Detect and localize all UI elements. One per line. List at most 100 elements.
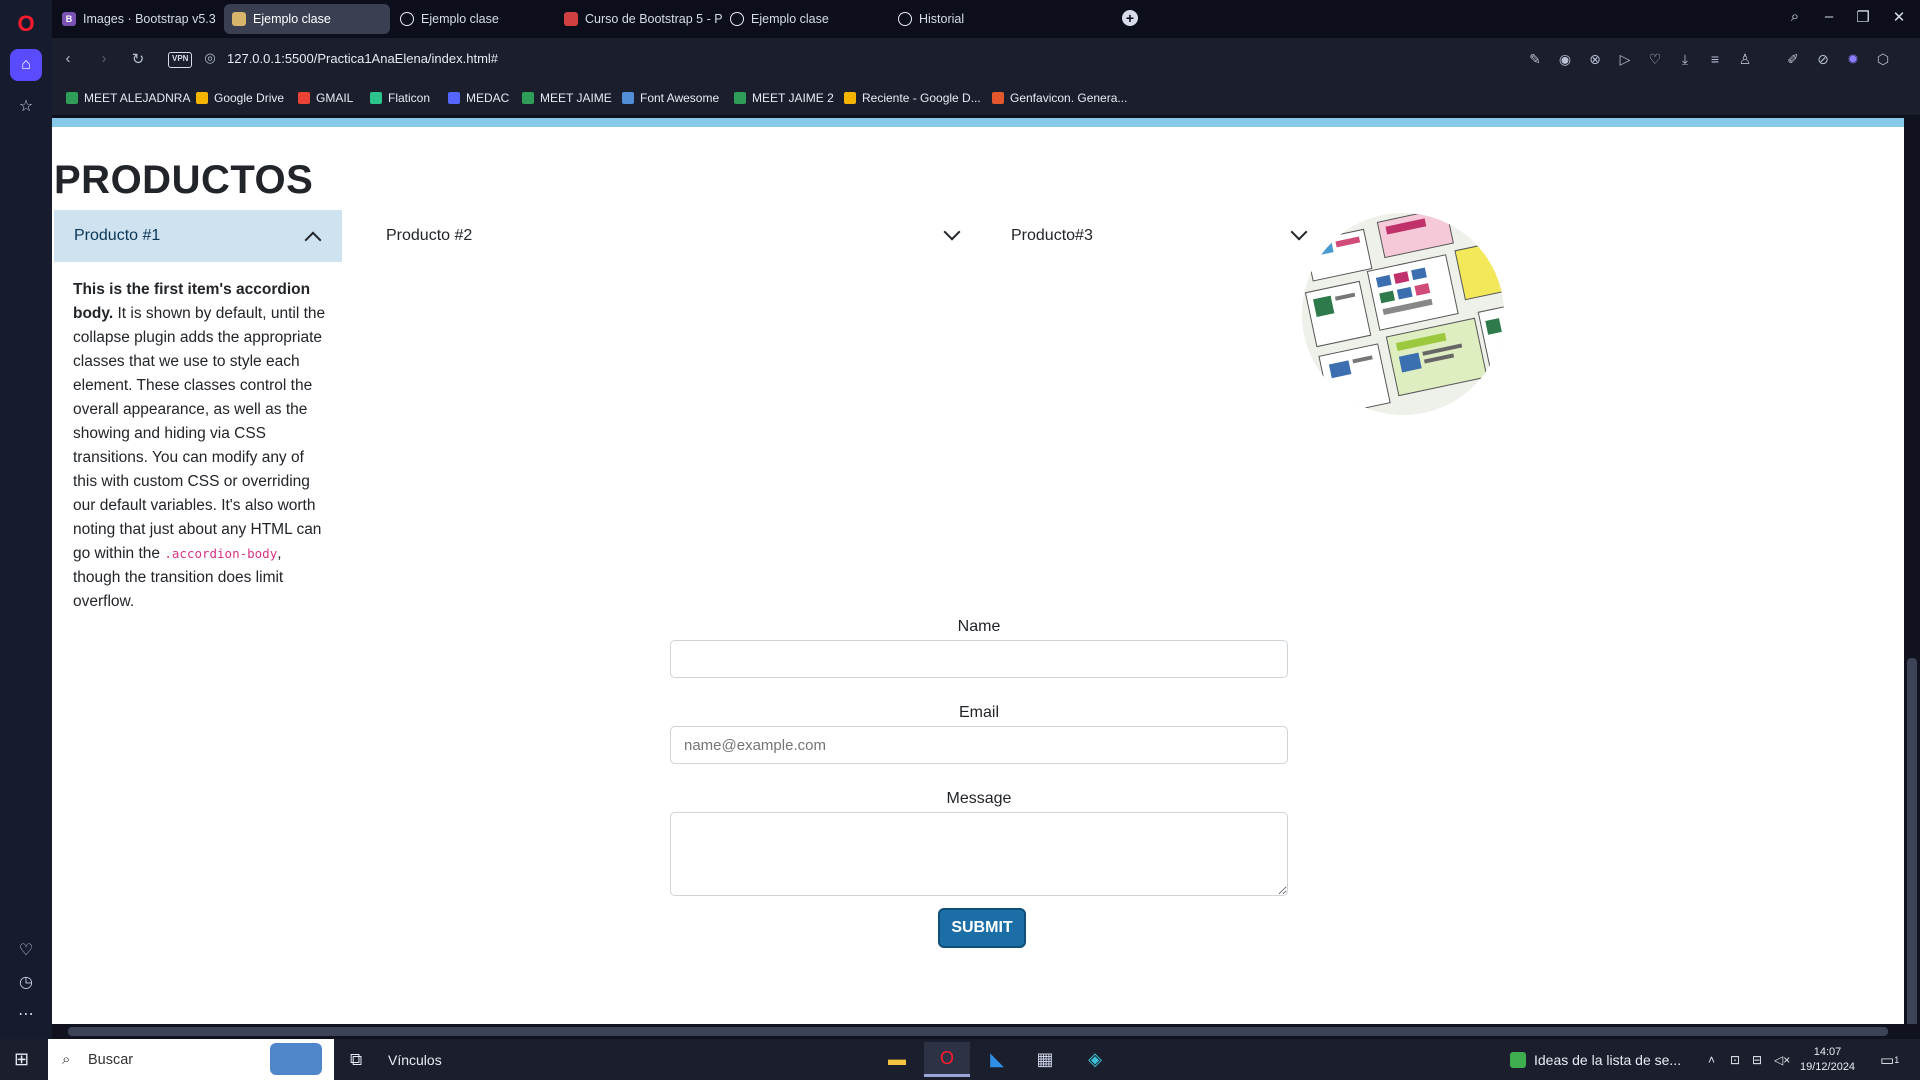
tray-chevron-up-icon[interactable]: ˄ (1708, 1039, 1715, 1080)
page-viewport: PRODUCTOS Producto #1 This is the first … (52, 118, 1904, 1024)
aria-pen-icon[interactable]: ✐ (1784, 51, 1802, 68)
bookmark-meet-jaime[interactable]: MEET JAIME (522, 91, 612, 105)
tab-ejemplo-clase-2[interactable]: Ejemplo clase (722, 4, 888, 34)
bookmark-flaticon[interactable]: Flaticon (370, 91, 430, 105)
email-input[interactable] (670, 726, 1288, 764)
settings-gear-icon[interactable]: ✹ (1844, 51, 1862, 68)
bookmark-reciente-drive[interactable]: Reciente - Google D... (844, 91, 981, 105)
chevron-up-icon (304, 231, 322, 249)
tab-ejemplo-clase[interactable]: Ejemplo clase (392, 4, 558, 34)
submit-button[interactable]: SUBMIT (938, 908, 1026, 948)
menu-list-icon[interactable]: ≡ (1706, 51, 1724, 67)
search-highlight-image (270, 1043, 322, 1075)
clock[interactable]: 14:07 19/12/2024 (1800, 1039, 1855, 1080)
opera-browser-icon[interactable]: O (924, 1042, 970, 1077)
home-icon[interactable]: ⌂ (10, 49, 42, 81)
links-toolbar[interactable]: Vínculos (388, 1039, 442, 1080)
app-icon[interactable]: ◈ (1072, 1042, 1118, 1077)
tab-curso-bootstrap[interactable]: Curso de Bootstrap 5 - Pa (556, 4, 722, 34)
new-tab-plus-icon[interactable]: + (1122, 10, 1138, 26)
message-textarea[interactable] (670, 812, 1288, 896)
tab-label: Ejemplo clase (751, 12, 829, 26)
bookmarks-star-icon[interactable]: ☆ (10, 90, 42, 122)
page-favicon-icon (232, 12, 246, 26)
bookmark-gmail[interactable]: GMAIL (298, 91, 353, 105)
vertical-scrollbar[interactable] (1904, 118, 1920, 1080)
bookmark-meet-jaime-2[interactable]: MEET JAIME 2 (734, 91, 834, 105)
accordion-button-producto-2[interactable]: Producto #2 (366, 210, 1006, 262)
task-view-icon[interactable]: ⧉ (350, 1039, 362, 1080)
name-input[interactable] (670, 640, 1288, 678)
accordion-button-producto-1[interactable]: Producto #1 (54, 210, 342, 262)
meet-icon (522, 92, 534, 104)
network-icon[interactable]: ⊟ (1752, 1039, 1762, 1080)
tab-label: Images · Bootstrap v5.3 (83, 12, 216, 26)
search-tabs-icon[interactable]: ⌕ (1784, 8, 1806, 25)
horizontal-scrollbar[interactable] (52, 1024, 1920, 1039)
clock-icon (898, 12, 912, 26)
opera-sidebar: O ⌂ ☆ ♡ ◷ ⋯ (0, 0, 52, 1039)
minimize-icon[interactable]: – (1818, 8, 1840, 25)
vscode-icon[interactable]: ◣ (974, 1042, 1020, 1077)
horizontal-scroll-thumb[interactable] (68, 1027, 1888, 1036)
compass-icon[interactable]: ⊘ (1814, 51, 1832, 68)
accordion-body-producto-1: This is the first item's accordion body.… (73, 281, 326, 610)
opera-logo-icon[interactable]: O (10, 8, 42, 40)
download-icon[interactable]: ⤓ (1676, 51, 1694, 68)
bootstrap-favicon-icon: B (62, 12, 76, 26)
tab-bootstrap-images[interactable]: B Images · Bootstrap v5.3 (54, 4, 222, 34)
more-icon[interactable]: ⋯ (10, 998, 42, 1030)
image-viewer-icon[interactable]: ▦ (1022, 1042, 1068, 1077)
camera-icon[interactable]: ◉ (1556, 51, 1574, 68)
accordion-button-producto-3[interactable]: Producto#3 (991, 210, 1317, 262)
bookmark-meet-alejandra[interactable]: MEET ALEJADNRA (66, 91, 190, 105)
edit-icon[interactable]: ✎ (1526, 51, 1544, 68)
tab-label: Ejemplo clase (421, 12, 499, 26)
product-rounded-image (1302, 213, 1504, 415)
url-field[interactable]: 127.0.0.1:5500/Practica1AnaElena/index.h… (227, 51, 498, 66)
bookmark-google-drive[interactable]: Google Drive (196, 91, 284, 105)
tab-label: Ejemplo clase (253, 12, 331, 26)
reload-icon[interactable]: ↻ (128, 50, 148, 68)
profile-icon[interactable]: ♙ (1736, 51, 1754, 68)
back-icon[interactable]: ‹ (58, 50, 78, 67)
navbar-bottom-strip (52, 118, 1904, 127)
wireframe-sketch-image (1302, 213, 1504, 415)
history-clock-icon[interactable]: ◷ (10, 966, 42, 998)
notification-widget[interactable]: Ideas de la lista de se... (1510, 1039, 1681, 1080)
forward-icon[interactable]: › (94, 50, 114, 67)
tray-device-icon[interactable]: ⊡ (1730, 1039, 1740, 1080)
page-title: PRODUCTOS (54, 158, 314, 202)
player-icon[interactable]: ▷ (1616, 51, 1634, 68)
action-center-icon[interactable]: ▭ 1 (1880, 1039, 1899, 1080)
shield-icon[interactable]: ⊗ (1586, 51, 1604, 68)
extensions-cube-icon[interactable]: ⬡ (1874, 51, 1892, 68)
bookmark-font-awesome[interactable]: Font Awesome (622, 91, 719, 105)
flaticon-icon (370, 92, 382, 104)
tab-ejemplo-clase-active[interactable]: Ejemplo clase (224, 4, 390, 34)
vertical-scroll-thumb[interactable] (1907, 658, 1917, 1080)
windows-start-icon[interactable]: ⊞ (14, 1039, 29, 1080)
restore-icon[interactable]: ❐ (1852, 8, 1874, 26)
bookmark-medac[interactable]: MEDAC (448, 91, 509, 105)
bookmark-genfavicon[interactable]: Genfavicon. Genera... (992, 91, 1127, 105)
close-icon[interactable]: ✕ (1888, 8, 1910, 26)
globe-icon (730, 12, 744, 26)
volume-muted-icon[interactable]: ◁× (1774, 1039, 1790, 1080)
site-info-globe-icon[interactable]: ◎ (200, 50, 220, 66)
vpn-badge[interactable]: VPN (168, 52, 193, 68)
chevron-down-icon (943, 223, 961, 241)
file-explorer-icon[interactable]: ▬ (874, 1042, 920, 1077)
course-favicon-icon (564, 12, 578, 26)
taskbar-search-box[interactable]: ⌕ Buscar (48, 1039, 334, 1080)
tab-historial[interactable]: Historial (890, 4, 1056, 34)
message-label: Message (946, 790, 1012, 807)
drive-icon (844, 92, 856, 104)
gmail-icon (298, 92, 310, 104)
tab-label: Curso de Bootstrap 5 - Pa (585, 12, 722, 26)
email-label: Email (958, 704, 999, 721)
flag-icon (622, 92, 634, 104)
favorites-heart-icon[interactable]: ♡ (1646, 51, 1664, 68)
heart-icon[interactable]: ♡ (10, 934, 42, 966)
genfavicon-icon (992, 92, 1004, 104)
